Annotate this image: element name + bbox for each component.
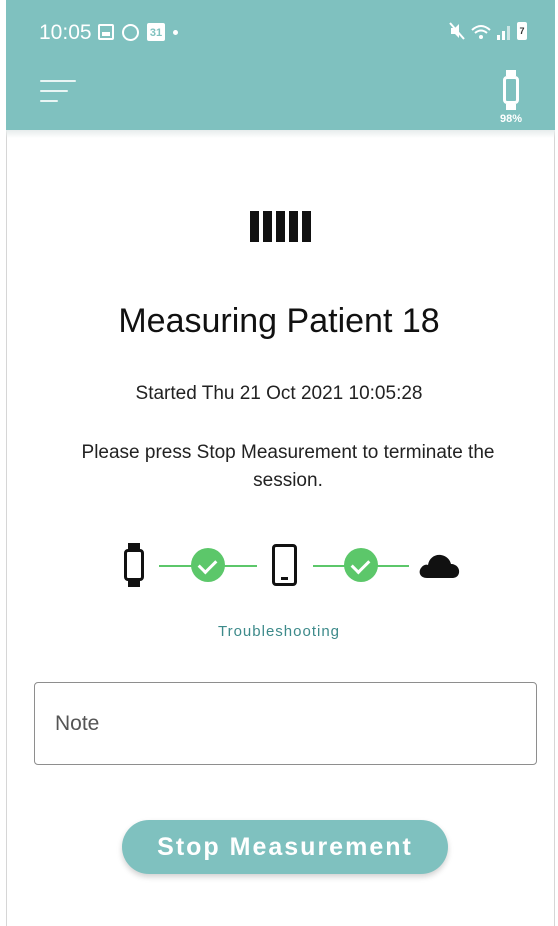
menu-icon-line [40, 80, 76, 82]
status-time: 10:05 [39, 21, 92, 44]
device-status[interactable]: 98% [491, 70, 531, 128]
gallery-icon [98, 24, 114, 40]
troubleshooting-link[interactable]: Troubleshooting [0, 623, 558, 640]
connection-status [0, 540, 558, 590]
measuring-activity-icon [250, 211, 311, 242]
screen-border-left [0, 0, 7, 926]
signal-icon [497, 26, 510, 40]
cloud-icon [419, 554, 460, 578]
phone-battery-icon: 7 [517, 22, 527, 40]
sync-icon [122, 23, 139, 41]
menu-button[interactable] [40, 80, 76, 106]
device-battery-level: 98% [499, 113, 523, 125]
header-shadow [6, 130, 555, 138]
note-field[interactable] [34, 682, 537, 765]
note-input[interactable] [35, 683, 536, 764]
watch-icon [501, 70, 521, 110]
calendar-icon: 31 [147, 23, 165, 41]
menu-icon-line [40, 100, 58, 102]
system-icons: 7 [449, 22, 527, 40]
wifi-icon [471, 25, 491, 39]
menu-icon-line [40, 90, 68, 92]
more-notifications-dot-icon [173, 29, 178, 35]
check-icon [191, 548, 225, 582]
mute-icon [449, 22, 465, 40]
screen-border-right [554, 0, 558, 926]
session-start-time: Started Thu 21 Oct 2021 10:05:28 [135, 383, 423, 404]
watch-icon [124, 543, 144, 587]
app-header: 10:05 31 7 98% [6, 0, 555, 130]
stop-measurement-button[interactable]: Stop Measurement [122, 820, 448, 874]
page-title: Measuring Patient 18 [118, 302, 440, 340]
instructions-text: Please press Stop Measurement to termina… [81, 442, 495, 491]
notification-icons: 31 [98, 23, 178, 41]
status-bar: 10:05 31 7 [6, 0, 555, 62]
check-icon [344, 548, 378, 582]
phone-icon [272, 544, 297, 586]
